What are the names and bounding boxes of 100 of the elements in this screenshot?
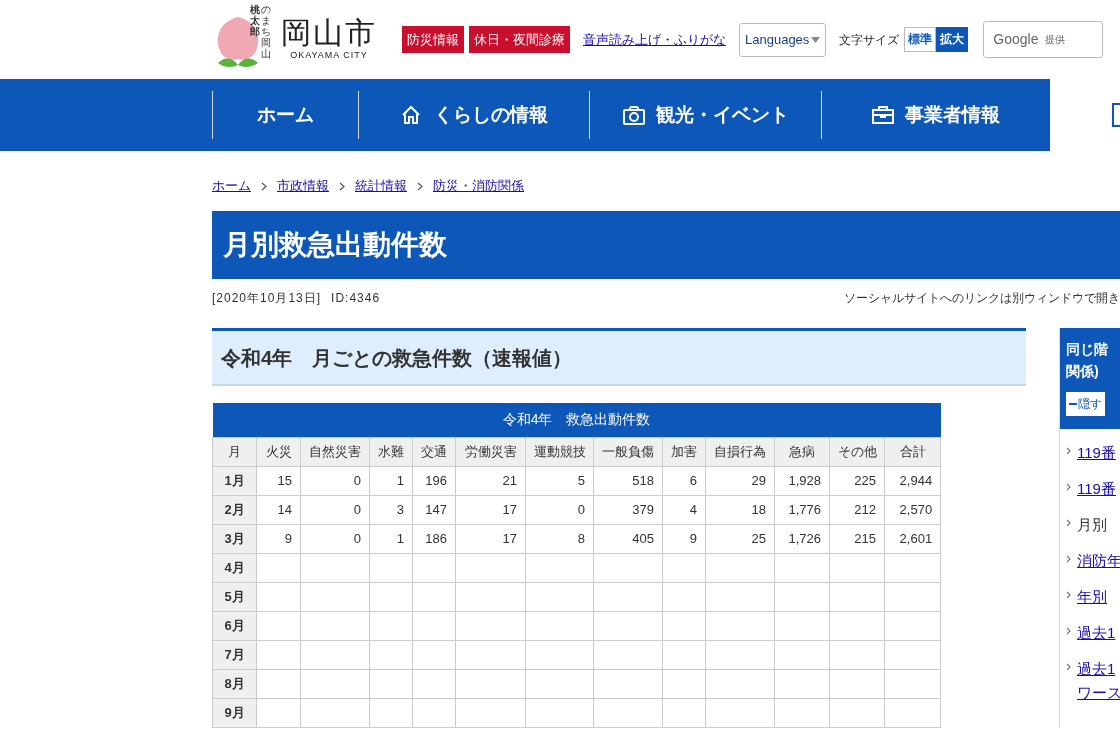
header-link[interactable]: 休日・夜間診療 xyxy=(469,25,570,54)
sidebar-heading: 関係) xyxy=(1066,362,1100,381)
table-cell: 3 xyxy=(369,495,413,524)
nav-label: ホーム xyxy=(256,102,314,127)
page-id: ID:4346 xyxy=(331,290,381,307)
table-cell: 1 xyxy=(369,524,413,553)
table-cell: 2,601 xyxy=(884,524,941,553)
table-cell: 0 xyxy=(300,466,370,495)
column-header: 水難 xyxy=(369,437,413,466)
table-cell: 1,776 xyxy=(774,495,830,524)
nav-item[interactable]: 観光・イベント xyxy=(589,91,821,139)
search-note: 提供 xyxy=(1044,33,1065,47)
table-cell: 212 xyxy=(829,495,885,524)
column-header: 労働災害 xyxy=(455,437,526,466)
table-cell: 18 xyxy=(705,495,775,524)
briefcase-icon xyxy=(871,104,896,126)
table-cell: 405 xyxy=(593,524,663,553)
chevron-icon xyxy=(1066,483,1071,491)
column-header: その他 xyxy=(829,437,885,466)
column-header: 運動競技 xyxy=(525,437,594,466)
chevron-icon xyxy=(1066,519,1071,527)
date-text: [2020年10月13日] xyxy=(212,290,322,307)
table-cell: 17 xyxy=(455,495,526,524)
column-header: 加害 xyxy=(662,437,706,466)
sidebar-link[interactable]: 年別 xyxy=(1077,585,1107,609)
table-cell: 0 xyxy=(525,495,594,524)
font-size-button[interactable]: 標準 xyxy=(904,27,937,52)
page-title: 月別救急出動件数 xyxy=(223,228,447,262)
column-header: 一般負傷 xyxy=(593,437,663,466)
table-cell: 9 xyxy=(662,524,706,553)
chevron-icon xyxy=(1066,627,1071,635)
hide-button[interactable]: 隠す xyxy=(1066,392,1105,416)
nav-item[interactable]: ホーム xyxy=(212,91,358,139)
nav-label: 事業者情報 xyxy=(905,102,1001,127)
table-cell: 1,726 xyxy=(774,524,830,553)
languages-dropdown[interactable]: Languages xyxy=(739,22,827,57)
chevron-icon xyxy=(261,181,267,191)
search-field[interactable]: Google 提供 xyxy=(983,21,1104,58)
chevron-icon xyxy=(417,181,423,191)
row-header: 3月 xyxy=(212,524,257,553)
breadcrumb-link[interactable]: ホーム xyxy=(212,176,251,196)
chevron-icon xyxy=(339,181,345,191)
breadcrumb-link[interactable]: 統計情報 xyxy=(355,176,407,196)
chevron-icon xyxy=(1066,447,1071,455)
table-caption: 令和4年 救急出動件数 xyxy=(212,403,941,437)
table-cell: 29 xyxy=(705,466,775,495)
column-header: 月 xyxy=(212,437,257,466)
row-header: 6月 xyxy=(212,611,257,640)
table-cell: 147 xyxy=(412,495,456,524)
table-cell: 1,928 xyxy=(774,466,830,495)
table-cell: 4 xyxy=(662,495,706,524)
minus-icon xyxy=(1069,403,1077,405)
sidebar-link[interactable]: 過去1 xyxy=(1077,621,1116,645)
reading-link[interactable]: 音声読み上げ・ふりがな xyxy=(583,29,726,50)
table-cell: 0 xyxy=(300,495,370,524)
chevron-icon xyxy=(1066,591,1071,599)
social-note: ソーシャルサイトへのリンクは別ウィンドウで開き xyxy=(844,290,1120,307)
table-cell: 2,944 xyxy=(884,466,941,495)
column-header: 交通 xyxy=(412,437,456,466)
sidebar-link[interactable]: 過去1 ワース xyxy=(1077,657,1120,705)
table-cell: 2,570 xyxy=(884,495,941,524)
languages-label: Languages xyxy=(745,30,810,49)
table-cell: 0 xyxy=(300,524,370,553)
sidebar-current-item: 月別 xyxy=(1077,515,1107,535)
row-header: 2月 xyxy=(212,495,257,524)
document-icon xyxy=(1112,103,1120,127)
row-header: 9月 xyxy=(212,698,257,727)
camera-icon xyxy=(621,104,646,126)
row-header: 4月 xyxy=(212,553,257,582)
table-cell: 14 xyxy=(256,495,301,524)
table-cell: 6 xyxy=(662,466,706,495)
nav-label: 観光・イベント xyxy=(655,102,789,127)
header-link[interactable]: 防災情報 xyxy=(402,25,464,54)
sidebar-link[interactable]: 119番 xyxy=(1077,477,1116,501)
breadcrumb-link[interactable]: 市政情報 xyxy=(277,176,329,196)
table-cell: 17 xyxy=(455,524,526,553)
search-brand: Google xyxy=(993,30,1039,49)
table-cell: 196 xyxy=(412,466,456,495)
row-header: 5月 xyxy=(212,582,257,611)
table-cell: 215 xyxy=(829,524,885,553)
logo-title: 岡山市 xyxy=(281,16,377,49)
caret-icon xyxy=(811,36,821,43)
column-header: 火災 xyxy=(256,437,301,466)
chevron-icon xyxy=(1066,663,1071,671)
breadcrumb-link[interactable]: 防災・消防関係 xyxy=(433,176,524,196)
font-size-button[interactable]: 拡大 xyxy=(936,27,969,52)
mascot-text: 桃太郎 xyxy=(250,4,260,39)
sidebar-link[interactable]: 119番 xyxy=(1077,441,1116,465)
sidebar-heading: 同じ階 xyxy=(1066,340,1109,359)
nav-item[interactable]: くらしの情報 xyxy=(357,91,590,139)
row-header: 8月 xyxy=(212,669,257,698)
table-cell: 15 xyxy=(256,466,301,495)
table-cell: 186 xyxy=(412,524,456,553)
table-cell: 5 xyxy=(525,466,594,495)
table-cell: 8 xyxy=(525,524,594,553)
table-cell: 518 xyxy=(593,466,663,495)
mascot-text: のまち岡山 xyxy=(261,4,271,59)
row-header: 1月 xyxy=(212,466,257,495)
row-header: 7月 xyxy=(212,640,257,669)
column-header: 合計 xyxy=(884,437,941,466)
